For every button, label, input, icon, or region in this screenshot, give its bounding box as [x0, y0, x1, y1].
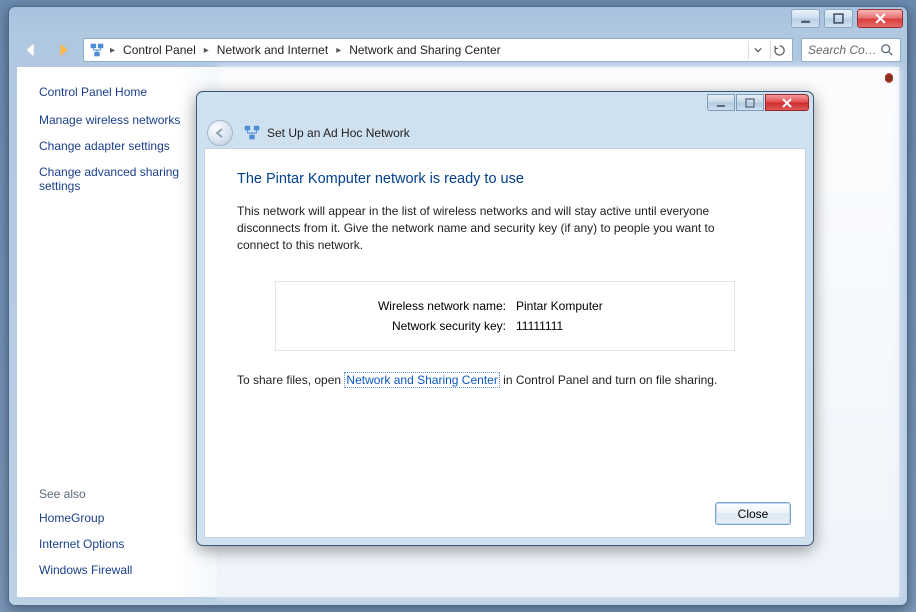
back-arrow-icon — [214, 127, 226, 139]
dialog-paragraph: This network will appear in the list of … — [237, 203, 729, 253]
maximize-button[interactable] — [824, 9, 853, 28]
address-dropdown-button[interactable] — [748, 41, 766, 59]
share-files-line: To share files, open Network and Sharing… — [237, 373, 773, 387]
wizard-back-button — [207, 120, 233, 146]
chevron-right-icon: ▸ — [202, 45, 211, 56]
close-button[interactable] — [857, 9, 903, 28]
close-icon — [875, 13, 886, 24]
dialog-body: The Pintar Komputer network is ready to … — [204, 148, 806, 538]
dialog-footer: Close — [715, 502, 791, 525]
see-also-homegroup[interactable]: HomeGroup — [39, 511, 207, 525]
dialog-maximize-button — [736, 94, 764, 111]
wizard-title-text: Set Up an Ad Hoc Network — [267, 126, 410, 140]
see-also-label: See also — [39, 487, 207, 501]
breadcrumb-control-panel[interactable]: Control Panel — [119, 39, 200, 61]
network-location-icon — [88, 41, 106, 59]
chevron-right-icon: ▸ — [108, 45, 117, 56]
maximize-icon — [745, 98, 755, 108]
nav-forward-button[interactable] — [51, 38, 75, 62]
info-row-key: Network security key: 11111111 — [276, 316, 734, 336]
sidebar-link-advanced-sharing[interactable]: Change advanced sharing settings — [39, 165, 207, 193]
minimize-icon — [716, 98, 726, 108]
chevron-down-icon — [754, 46, 762, 54]
dialog-header: Set Up an Ad Hoc Network — [197, 118, 813, 148]
minimize-icon — [800, 13, 811, 24]
sidebar-heading[interactable]: Control Panel Home — [39, 85, 207, 99]
share-prefix: To share files, open — [237, 373, 344, 387]
minimize-button[interactable] — [791, 9, 820, 28]
info-name-value: Pintar Komputer — [516, 299, 603, 313]
info-name-label: Wireless network name: — [276, 299, 516, 313]
sidebar-link-wireless[interactable]: Manage wireless networks — [39, 113, 207, 127]
see-also-internet-options[interactable]: Internet Options — [39, 537, 207, 551]
wizard-title: Set Up an Ad Hoc Network — [243, 124, 410, 142]
dialog-close-button[interactable] — [765, 94, 809, 111]
dialog-titlebar — [197, 92, 813, 118]
search-input[interactable]: Search Con... — [801, 38, 901, 62]
breadcrumb-network-internet[interactable]: Network and Internet — [213, 39, 332, 61]
forward-arrow-icon — [54, 41, 72, 59]
refresh-icon — [774, 45, 785, 56]
search-placeholder: Search Con... — [808, 43, 880, 57]
chevron-right-icon: ▸ — [334, 45, 343, 56]
info-key-label: Network security key: — [276, 319, 516, 333]
sidebar: Control Panel Home Manage wireless netwo… — [17, 67, 217, 597]
network-info-box: Wireless network name: Pintar Komputer N… — [275, 281, 735, 351]
refresh-button[interactable] — [770, 41, 788, 59]
info-row-name: Wireless network name: Pintar Komputer — [276, 296, 734, 316]
maximize-icon — [833, 13, 844, 24]
sidebar-link-adapter[interactable]: Change adapter settings — [39, 139, 207, 153]
report-bug-icon[interactable] — [881, 69, 897, 85]
back-arrow-icon — [22, 41, 40, 59]
share-suffix: in Control Panel and turn on file sharin… — [500, 373, 717, 387]
nav-back-button[interactable] — [19, 38, 43, 62]
network-sharing-center-link[interactable]: Network and Sharing Center — [344, 372, 499, 388]
network-icon — [243, 124, 261, 142]
breadcrumb-network-sharing[interactable]: Network and Sharing Center — [345, 39, 504, 61]
dialog-heading: The Pintar Komputer network is ready to … — [237, 171, 773, 187]
navigation-row: ▸ Control Panel ▸ Network and Internet ▸… — [9, 35, 907, 65]
see-also-firewall[interactable]: Windows Firewall — [39, 563, 207, 577]
info-key-value: 11111111 — [516, 319, 563, 333]
search-icon — [880, 43, 894, 57]
close-button[interactable]: Close — [715, 502, 791, 525]
dialog-minimize-button[interactable] — [707, 94, 735, 111]
window-titlebar — [9, 7, 907, 35]
close-icon — [782, 98, 792, 108]
address-bar[interactable]: ▸ Control Panel ▸ Network and Internet ▸… — [83, 38, 793, 62]
adhoc-wizard-dialog: Set Up an Ad Hoc Network The Pintar Komp… — [196, 91, 814, 546]
